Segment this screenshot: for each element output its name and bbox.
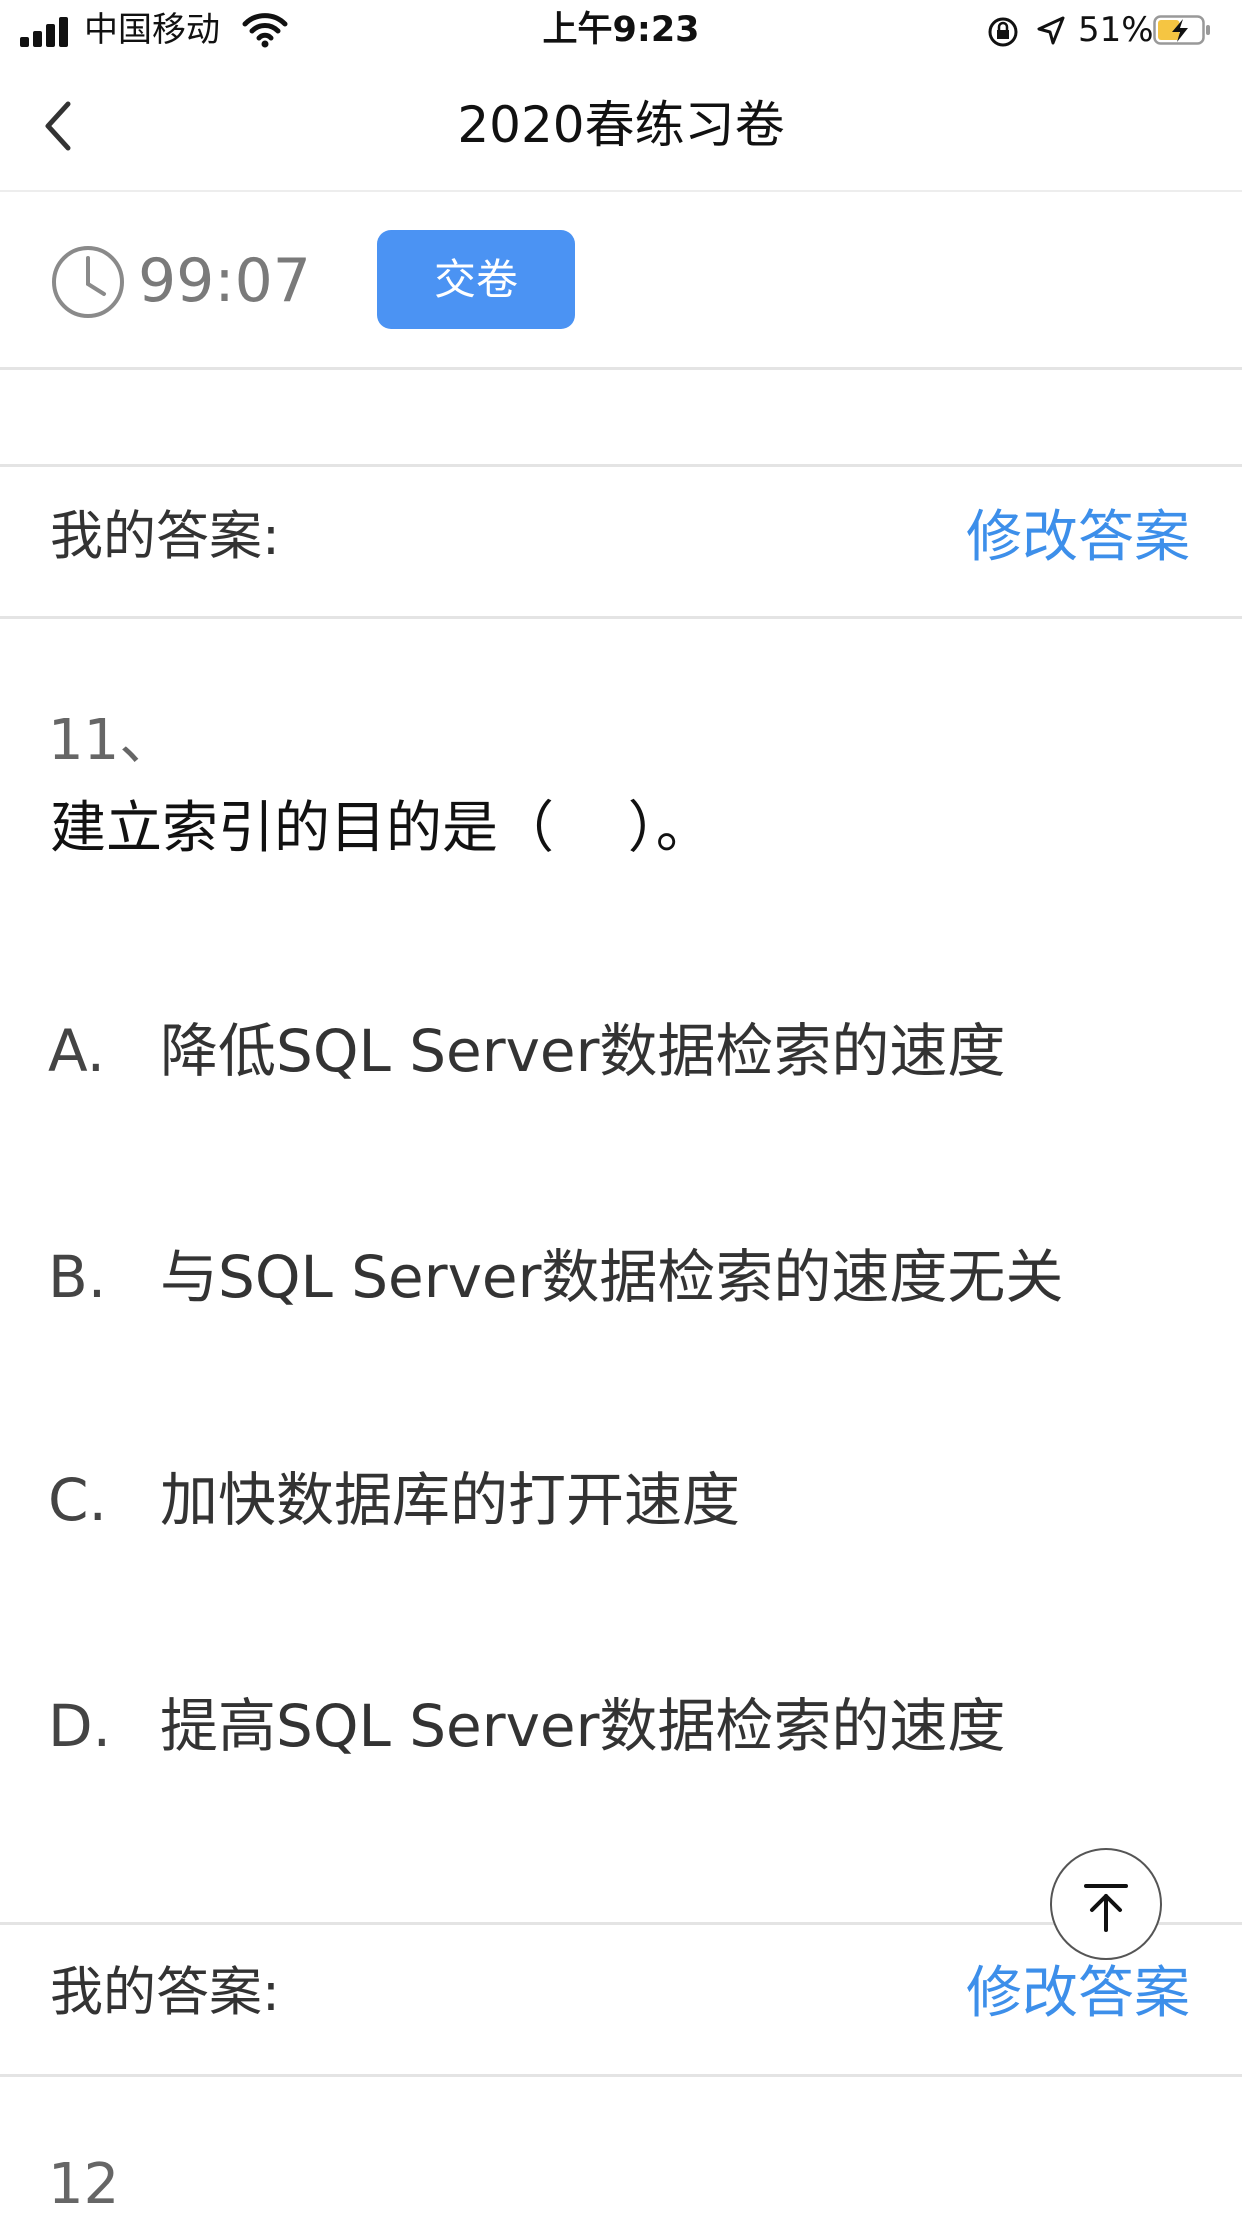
- option-b-text[interactable]: 与SQL Server数据检索的速度无关: [160, 1240, 1063, 1314]
- option-b-letter[interactable]: B.: [48, 1240, 106, 1314]
- divider: [0, 464, 1242, 467]
- arrow-to-top-icon: [1084, 1884, 1128, 1932]
- my-answer-label: 我的答案:: [50, 1962, 280, 2023]
- my-answer-label: 我的答案:: [50, 506, 280, 567]
- page-title: 2020春练习卷: [457, 96, 785, 154]
- option-a-letter[interactable]: A.: [48, 1014, 105, 1088]
- countdown-timer: 99:07: [138, 246, 311, 316]
- battery-charging-icon: [1153, 15, 1210, 45]
- rotation-lock-icon: [988, 17, 1018, 47]
- question-text: 建立索引的目的是（ ）。: [50, 796, 712, 861]
- next-question-number: 12: [48, 2152, 120, 2217]
- location-arrow-icon: [1037, 16, 1065, 45]
- battery-percent: 51%: [1078, 10, 1154, 50]
- option-d-letter[interactable]: D.: [48, 1689, 111, 1763]
- divider: [0, 616, 1242, 619]
- status-bar: 中国移动 上午9:23 51%: [0, 0, 1242, 62]
- clock-icon: [52, 246, 124, 318]
- modify-answer-link[interactable]: 修改答案: [966, 502, 1190, 574]
- question-number: 11、: [48, 708, 176, 773]
- divider: [0, 2074, 1242, 2077]
- option-c-text[interactable]: 加快数据库的打开速度: [160, 1463, 740, 1537]
- divider: [0, 367, 1242, 370]
- option-d-text[interactable]: 提高SQL Server数据检索的速度: [160, 1689, 1005, 1763]
- back-to-top-button[interactable]: [1050, 1848, 1162, 1960]
- option-c-letter[interactable]: C.: [48, 1463, 107, 1537]
- option-a-text[interactable]: 降低SQL Server数据检索的速度: [160, 1014, 1005, 1088]
- modify-answer-link[interactable]: 修改答案: [966, 1958, 1190, 2030]
- submit-exam-button[interactable]: 交卷: [377, 230, 575, 329]
